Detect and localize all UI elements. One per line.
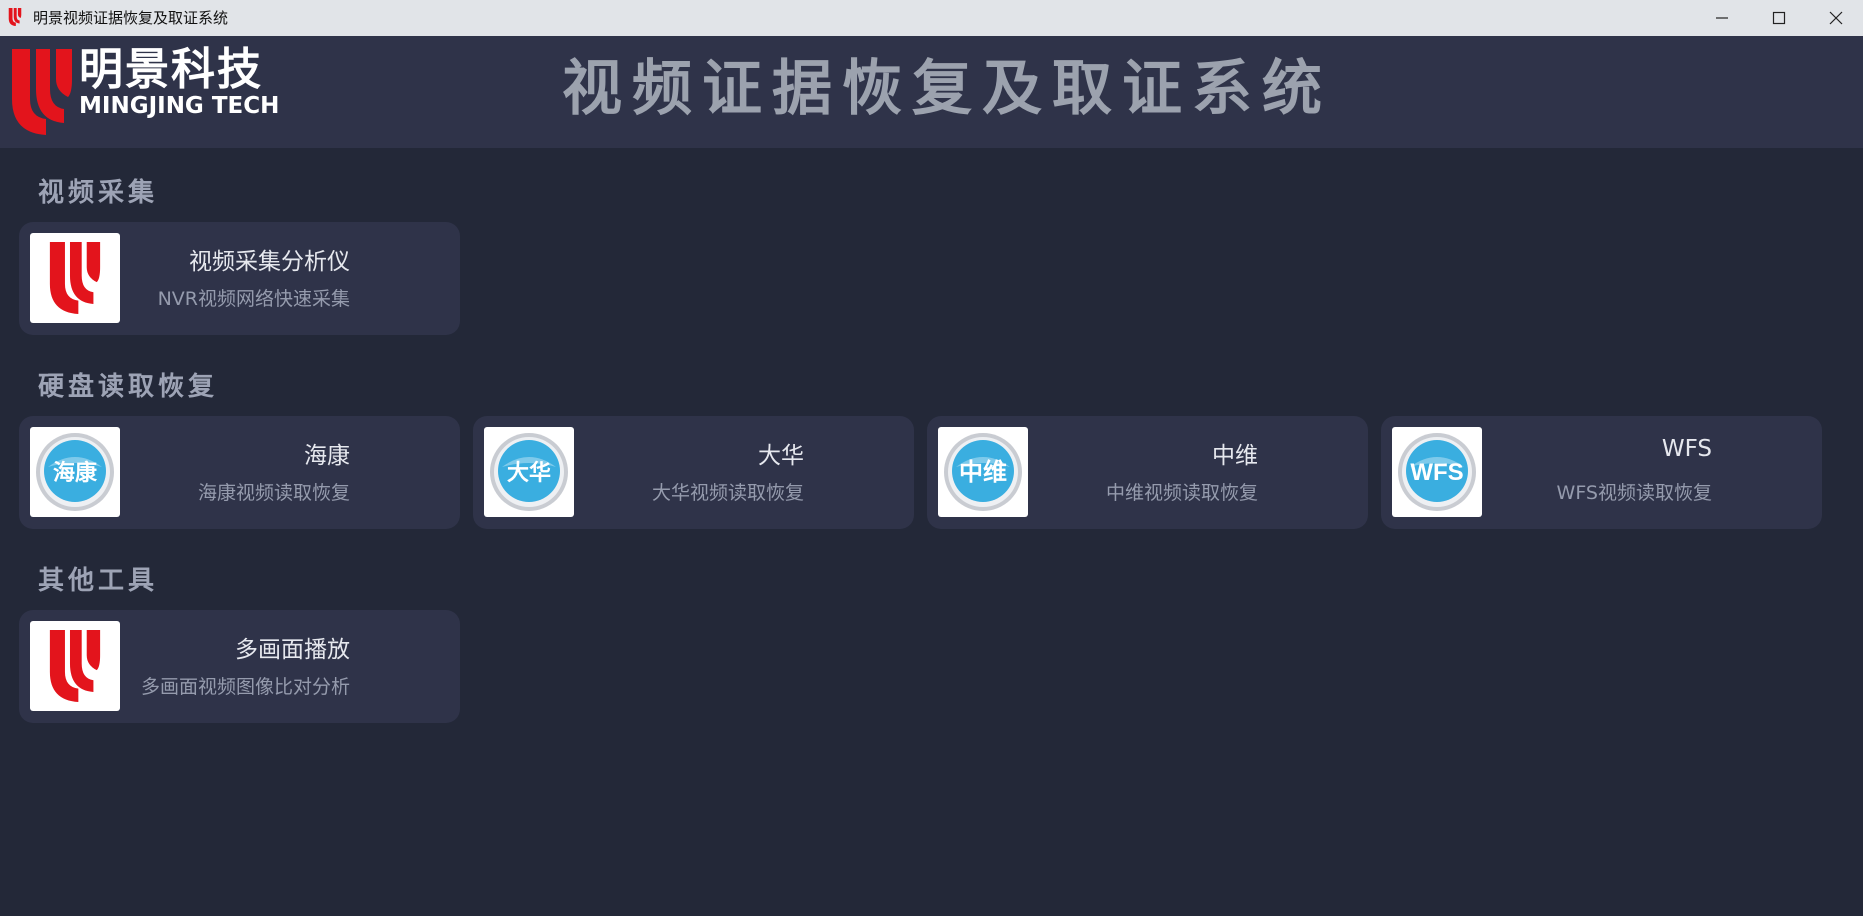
mingjing-logo-icon: [49, 630, 101, 702]
card-title: 大华: [758, 443, 804, 469]
badge-label: WFS: [1410, 459, 1463, 486]
card-title: 中维: [1212, 443, 1258, 469]
card-desc: 中维视频读取恢复: [1105, 482, 1258, 504]
card-icon-box: WFS: [1392, 427, 1482, 517]
card-icon-box: [30, 621, 120, 711]
window-titlebar: 明景视频证据恢复及取证系统: [0, 0, 1863, 36]
card-title: 多画面播放: [235, 637, 350, 663]
card-desc: WFS视频读取恢复: [1556, 482, 1712, 504]
dahua-badge-icon: 大华: [490, 433, 568, 511]
card-video-capture-analyzer[interactable]: 视频采集分析仪 NVR视频网络快速采集: [19, 222, 460, 335]
mingjing-logo-icon: [49, 242, 101, 314]
card-desc: 大华视频读取恢复: [651, 482, 804, 504]
card-icon-box: [30, 233, 120, 323]
section-title-other-tools: 其他工具: [38, 566, 159, 596]
card-icon-box: 海康: [30, 427, 120, 517]
brand-name-cn: 明景科技: [79, 44, 263, 95]
close-icon: [1829, 11, 1843, 25]
brand-name-en: MINGJING TECH: [79, 93, 280, 119]
badge-label: 海康: [53, 460, 98, 486]
hikvision-badge-icon: 海康: [36, 433, 114, 511]
card-title: 海康: [304, 443, 350, 469]
app-header: 明景科技 MINGJING TECH 视频证据恢复及取证系统: [0, 36, 1863, 148]
card-multi-screen-playback[interactable]: 多画面播放 多画面视频图像比对分析: [19, 610, 460, 723]
minimize-icon: [1716, 17, 1728, 19]
card-desc: 多画面视频图像比对分析: [140, 676, 350, 698]
app-logo-icon: [8, 8, 22, 26]
badge-label: 大华: [507, 460, 551, 486]
wfs-badge-icon: WFS: [1398, 433, 1476, 511]
window-title: 明景视频证据恢复及取证系统: [33, 9, 229, 27]
maximize-button[interactable]: [1750, 0, 1808, 36]
card-hikvision[interactable]: 海康 海康 海康视频读取恢复: [19, 416, 460, 529]
card-title: WFS: [1661, 436, 1712, 462]
close-button[interactable]: [1807, 0, 1863, 36]
card-icon-box: 大华: [484, 427, 574, 517]
mingjing-logo-icon: [12, 49, 72, 135]
card-title: 视频采集分析仪: [189, 249, 350, 275]
section-title-disk-recovery: 硬盘读取恢复: [38, 372, 219, 402]
card-zhongwei[interactable]: 中维 中维 中维视频读取恢复: [927, 416, 1368, 529]
card-desc: NVR视频网络快速采集: [157, 288, 350, 310]
card-desc: 海康视频读取恢复: [197, 482, 350, 504]
badge-label: 中维: [959, 458, 1007, 486]
app-title: 视频证据恢复及取证系统: [562, 54, 1332, 124]
card-dahua[interactable]: 大华 大华 大华视频读取恢复: [473, 416, 914, 529]
zhongwei-badge-icon: 中维: [944, 433, 1022, 511]
maximize-icon: [1772, 11, 1786, 25]
section-title-video-capture: 视频采集: [38, 178, 159, 208]
card-icon-box: 中维: [938, 427, 1028, 517]
minimize-button[interactable]: [1693, 0, 1751, 36]
card-wfs[interactable]: WFS WFS WFS视频读取恢复: [1381, 416, 1822, 529]
